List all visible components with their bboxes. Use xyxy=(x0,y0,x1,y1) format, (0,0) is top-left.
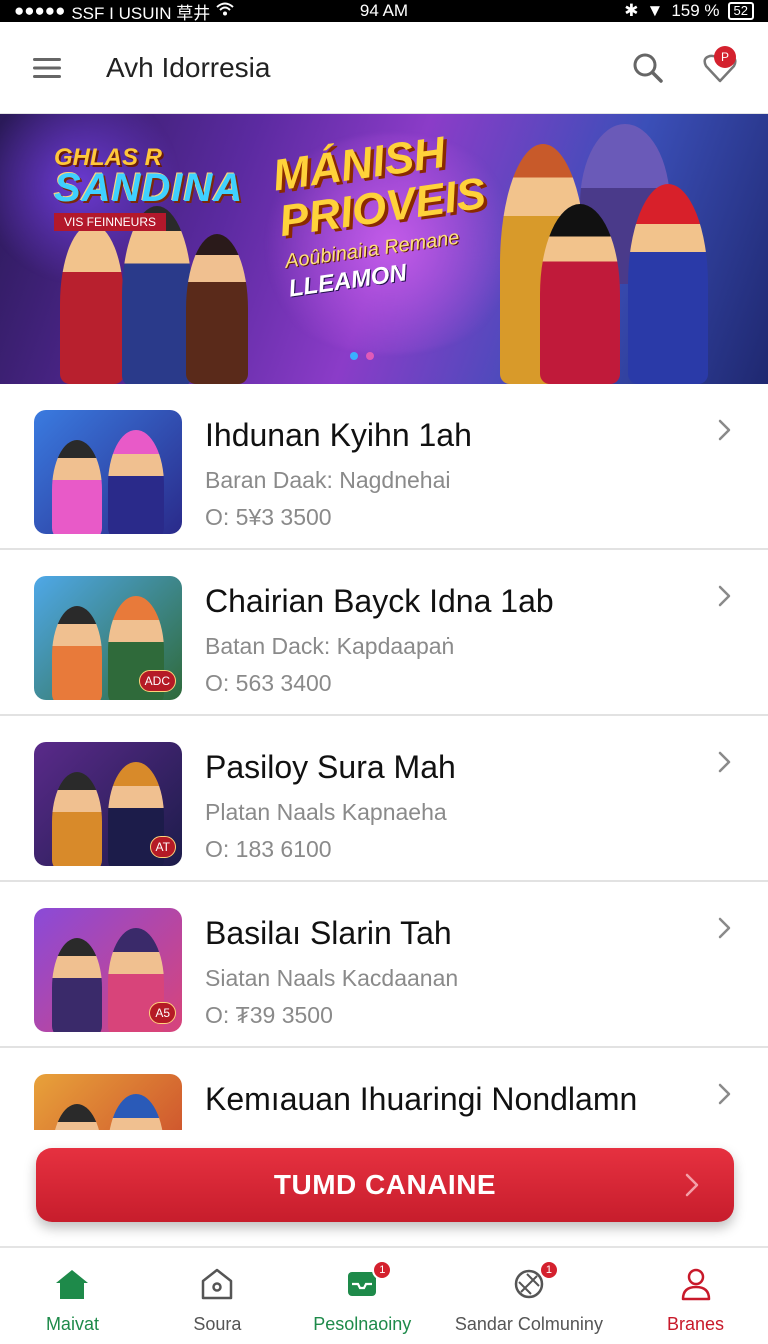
nav-item-2[interactable]: Soura xyxy=(145,1248,290,1344)
pagination-dot[interactable] xyxy=(366,352,374,360)
nav-item-1[interactable]: Maivat xyxy=(0,1248,145,1344)
game-title: Ihdunan Kyihn 1ah xyxy=(205,417,472,453)
thumbnail-character xyxy=(52,1104,102,1130)
game-title: Chairian Bayck Idna 1ab xyxy=(205,583,554,619)
nav-label: Pesolnaoiny xyxy=(313,1314,412,1334)
app-title: Avh Idorresia xyxy=(106,51,271,83)
game-thumbnail xyxy=(34,410,182,534)
battery-percent: 159 % xyxy=(671,1,720,20)
banner-character xyxy=(186,234,248,384)
chevron-right-icon xyxy=(685,1173,699,1197)
game-title: Kemıauan Ihuaringi Nondlamn xyxy=(205,1081,638,1117)
home-icon xyxy=(55,1266,89,1302)
status-bar: ●●●●● SSF I USUIN 草井 94 AM ✱ ▼ 159 % 52 xyxy=(0,0,768,24)
chevron-right-icon xyxy=(718,419,731,441)
status-left: ●●●●● SSF I USUIN 草井 xyxy=(14,0,234,24)
game-subtitle: Batan Dack: Kapdaapaṅ xyxy=(205,633,455,659)
wifi-icon xyxy=(216,1,234,21)
banner-game-logo: GHLAS R SANDINA VIS FEINNEURS xyxy=(54,144,244,231)
signal-dots-icon: ●●●●● xyxy=(14,1,66,20)
thumbnail-tag: A5 xyxy=(149,1002,176,1024)
nav-label: Maivat xyxy=(45,1314,99,1334)
thumbnail-character xyxy=(52,772,102,866)
nav-label: Soura xyxy=(193,1314,242,1334)
thumbnail-character xyxy=(52,938,102,1032)
user-icon xyxy=(680,1266,712,1302)
house-outline-icon xyxy=(200,1266,234,1302)
banner-character xyxy=(122,206,192,384)
battery-icon: 52 xyxy=(727,2,754,20)
game-list-item[interactable]: Kemıauan Ihuaringi Nondlamn xyxy=(0,1048,768,1130)
ball-icon: 1 xyxy=(513,1260,559,1302)
thumbnail-tag: ADC xyxy=(138,670,176,692)
hamburger-icon xyxy=(33,57,61,78)
nav-badge: 1 xyxy=(372,1260,393,1280)
banner-pagination[interactable] xyxy=(350,352,374,360)
nav-label: Branes xyxy=(667,1314,725,1334)
chevron-right-icon xyxy=(718,917,731,939)
favorites-button[interactable]: P xyxy=(684,22,756,114)
clock: 94 AM xyxy=(359,1,409,20)
thumbnail-character xyxy=(108,1094,164,1130)
nav-item-3[interactable]: 1 Pesolnaoiny xyxy=(290,1248,435,1344)
status-right: ✱ ▼ 159 % 52 xyxy=(624,1,754,21)
inbox-icon: 1 xyxy=(346,1260,393,1302)
search-button[interactable] xyxy=(612,22,684,114)
thumbnail-character xyxy=(52,440,102,534)
app-header: Avh Idorresia P xyxy=(0,22,768,114)
game-thumbnail xyxy=(34,1074,182,1130)
location-icon: ▼ xyxy=(646,1,664,20)
thumbnail-tag: AT xyxy=(149,836,176,858)
game-subtitle: Baran Daak: Nagdnehai xyxy=(205,467,451,493)
game-title: Pasiloy Sura Mah xyxy=(205,749,456,785)
bluetooth-icon: ✱ xyxy=(624,1,639,20)
banner-character xyxy=(540,204,620,384)
game-list-item[interactable]: A5 Basilaı Slarin Tah Siatan Naals Kacda… xyxy=(0,882,768,1048)
pagination-dot-active[interactable] xyxy=(350,352,358,360)
nav-item-5[interactable]: Branes xyxy=(623,1248,768,1344)
nav-badge: 1 xyxy=(538,1260,559,1280)
menu-button[interactable] xyxy=(0,22,96,114)
game-info: Pasiloy Sura Mah Platan Naals Kapnaeha O… xyxy=(205,746,705,863)
notification-badge: P xyxy=(714,45,736,68)
game-thumbnail: AT xyxy=(34,742,182,866)
banner-character xyxy=(628,184,708,384)
game-info: Ihdunan Kyihn 1ah Baran Daak: Nagdnehai … xyxy=(205,414,705,531)
logo-line-2: SANDINA xyxy=(54,166,244,210)
game-meta: O: 183 6100 xyxy=(205,836,332,862)
game-subtitle: Platan Naals Kapnaeha xyxy=(205,799,447,825)
game-list-item[interactable]: Ihdunan Kyihn 1ah Baran Daak: Nagdnehai … xyxy=(0,384,768,550)
game-list: Ihdunan Kyihn 1ah Baran Daak: Nagdnehai … xyxy=(0,384,768,1130)
game-info: Kemıauan Ihuaringi Nondlamn xyxy=(205,1078,705,1130)
chevron-right-icon xyxy=(718,585,731,607)
chevron-right-icon xyxy=(718,1083,731,1105)
nav-item-4[interactable]: 1 Sandar Colmuniny xyxy=(435,1248,623,1344)
game-list-item[interactable]: AT Pasiloy Sura Mah Platan Naals Kapnaeh… xyxy=(0,716,768,882)
game-subtitle: Siatan Naals Kacdaanan xyxy=(205,965,459,991)
cta-label: TUMD CANAINE xyxy=(273,1169,497,1200)
game-info: Chairian Bayck Idna 1ab Batan Dack: Kapd… xyxy=(205,580,705,697)
thumbnail-character xyxy=(108,430,164,534)
game-thumbnail: ADC xyxy=(34,576,182,700)
game-meta: O: 5¥3 3500 xyxy=(205,504,332,530)
logo-ribbon: VIS FEINNEURS xyxy=(54,213,167,231)
banner-character xyxy=(60,224,124,384)
carrier-label: SSF I USUIN 草井 xyxy=(71,3,211,23)
game-meta: O: ₮39 3500 xyxy=(205,1002,333,1028)
game-meta: O: 563 3400 xyxy=(205,670,332,696)
primary-cta-button[interactable]: TUMD CANAINE xyxy=(36,1148,734,1222)
game-thumbnail: A5 xyxy=(34,908,182,1032)
chevron-right-icon xyxy=(718,751,731,773)
game-info: Basilaı Slarin Tah Siatan Naals Kacdaana… xyxy=(205,912,705,1029)
bottom-nav: Maivat Soura 1 Pesolnaoiny 1 Sandar Colm… xyxy=(0,1246,768,1344)
game-title: Basilaı Slarin Tah xyxy=(205,915,452,951)
promo-banner[interactable]: GHLAS R SANDINA VIS FEINNEURS MÁNISH PRI… xyxy=(0,114,768,384)
game-list-item[interactable]: ADC Chairian Bayck Idna 1ab Batan Dack: … xyxy=(0,550,768,716)
nav-label: Sandar Colmuniny xyxy=(454,1314,603,1334)
thumbnail-character xyxy=(52,606,102,700)
banner-headline: MÁNISH PRIOVEIS Aoûbinaiıa Remane LLEAMO… xyxy=(270,123,509,303)
search-icon xyxy=(633,53,663,83)
